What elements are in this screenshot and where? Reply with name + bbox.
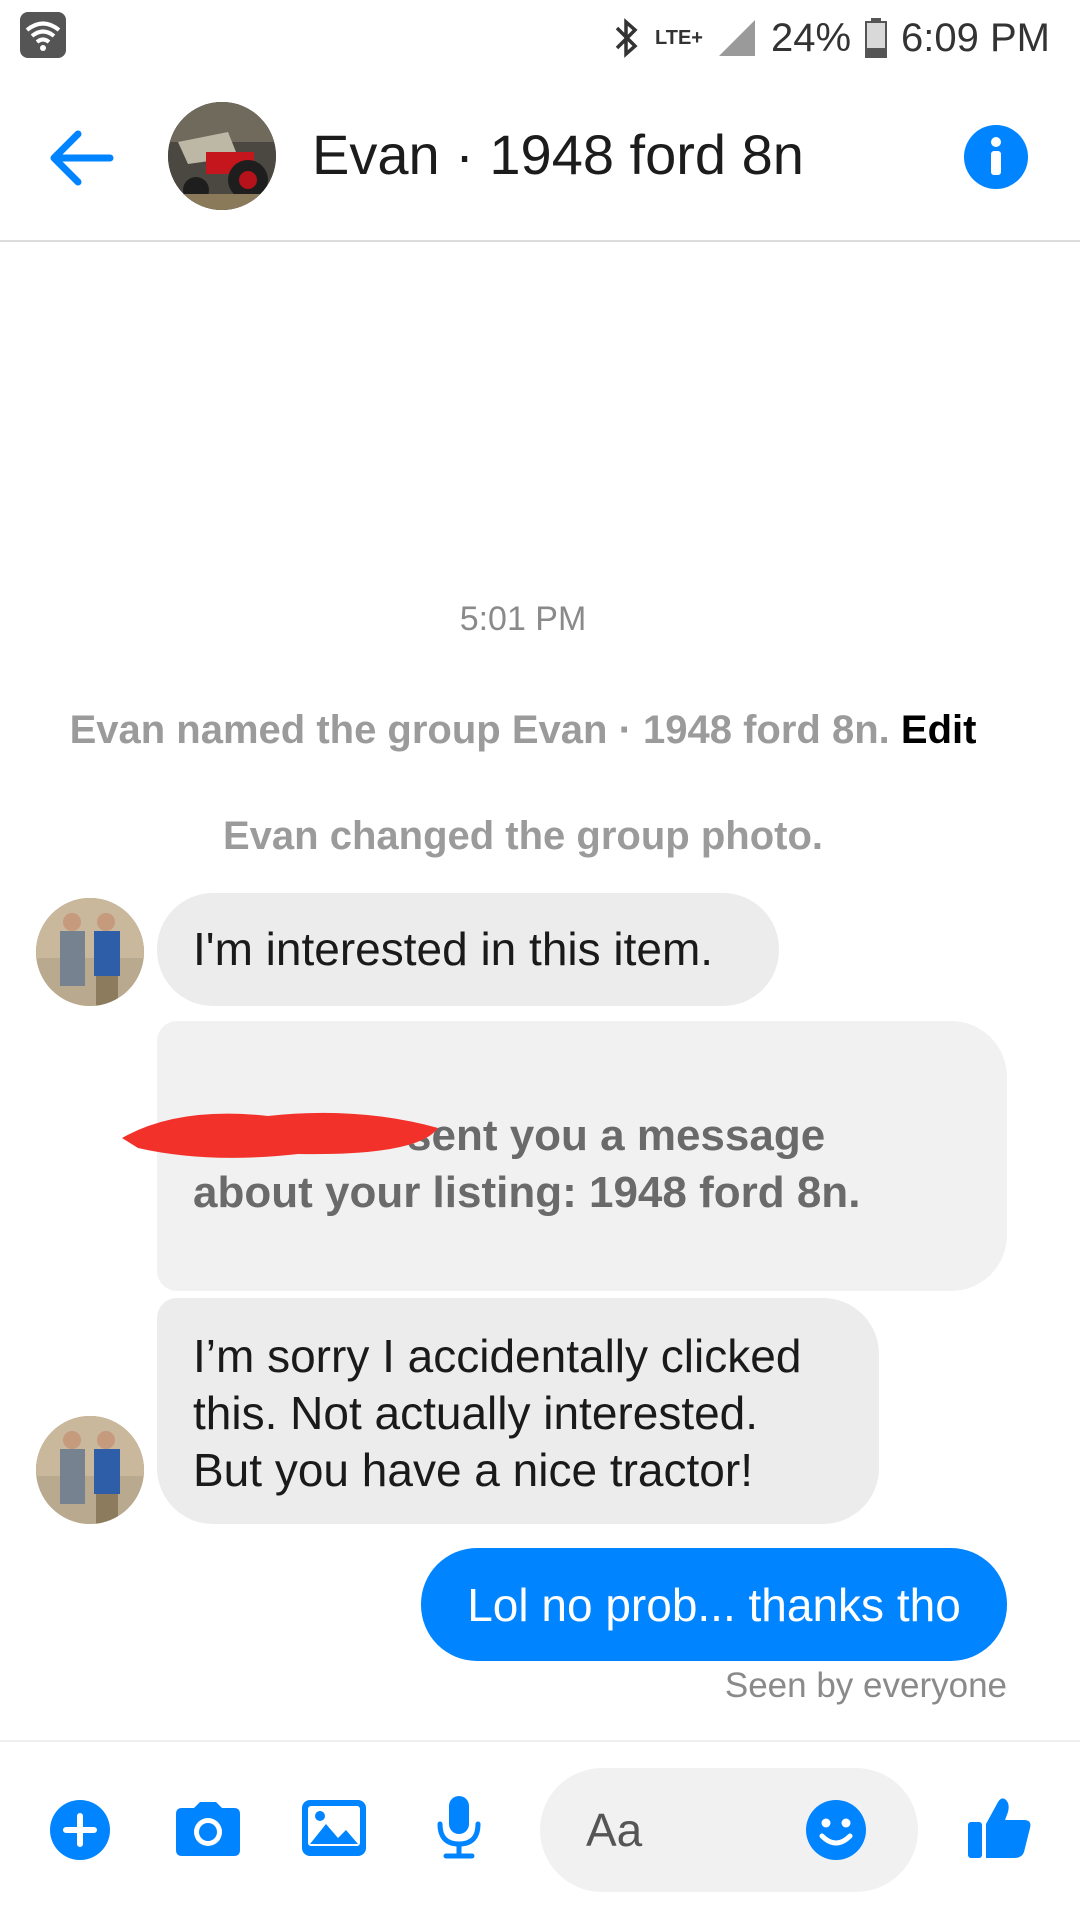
message-line: But you have a nice tractor! (193, 1444, 753, 1496)
bluetooth-icon (613, 17, 641, 59)
info-icon[interactable] (964, 125, 1028, 189)
listing-notice-line2: about your listing: 1948 ford 8n. (193, 1168, 861, 1217)
status-bar: LTE+ 24% 6:09 PM (0, 0, 1080, 76)
status-indicators: LTE+ 24% 6:09 PM (613, 10, 1050, 66)
system-message-text: Evan named the group Evan · 1948 ford 8n… (69, 708, 890, 752)
message-bubble-incoming[interactable]: I’m sorry I accidentally clicked this. N… (157, 1298, 879, 1524)
message-bubble-incoming[interactable]: I'm interested in this item. (157, 893, 779, 1006)
sender-avatar[interactable] (36, 898, 144, 1006)
battery-icon (865, 18, 888, 58)
sender-avatar[interactable] (36, 1416, 144, 1524)
message-line: this. Not actually interested. (193, 1387, 759, 1439)
page-title: Evan · 1948 ford 8n (312, 123, 804, 186)
microphone-icon[interactable] (436, 1796, 482, 1865)
edit-link[interactable]: Edit (901, 708, 977, 752)
wifi-icon (20, 12, 66, 58)
message-input-placeholder: Aa (586, 1804, 643, 1856)
message-line: I’m sorry I accidentally clicked (193, 1330, 802, 1382)
conversation-header: Evan · 1948 ford 8n (0, 76, 1080, 242)
network-type: LTE+ (655, 26, 703, 49)
back-arrow-icon[interactable] (48, 128, 118, 188)
system-message-photo: Evan changed the group photo. (223, 814, 823, 858)
seen-receipt: Seen by everyone (724, 1666, 1007, 1705)
image-icon[interactable] (302, 1800, 366, 1861)
redaction-scribble (118, 1100, 448, 1166)
system-message-rename: Evan named the group Evan · 1948 ford 8n… (0, 708, 1046, 753)
clock: 6:09 PM (901, 15, 1050, 60)
message-timestamp: 5:01 PM (459, 600, 587, 638)
emoji-icon[interactable] (806, 1800, 866, 1865)
camera-icon[interactable] (176, 1800, 240, 1861)
signal-icon (717, 18, 757, 58)
group-photo-avatar[interactable] (168, 102, 276, 210)
plus-icon[interactable] (50, 1800, 110, 1865)
thumbs-up-icon[interactable] (968, 1796, 1032, 1865)
battery-percent: 24% (770, 15, 852, 60)
message-bubble-outgoing[interactable]: Lol no prob... thanks tho (421, 1548, 1007, 1661)
